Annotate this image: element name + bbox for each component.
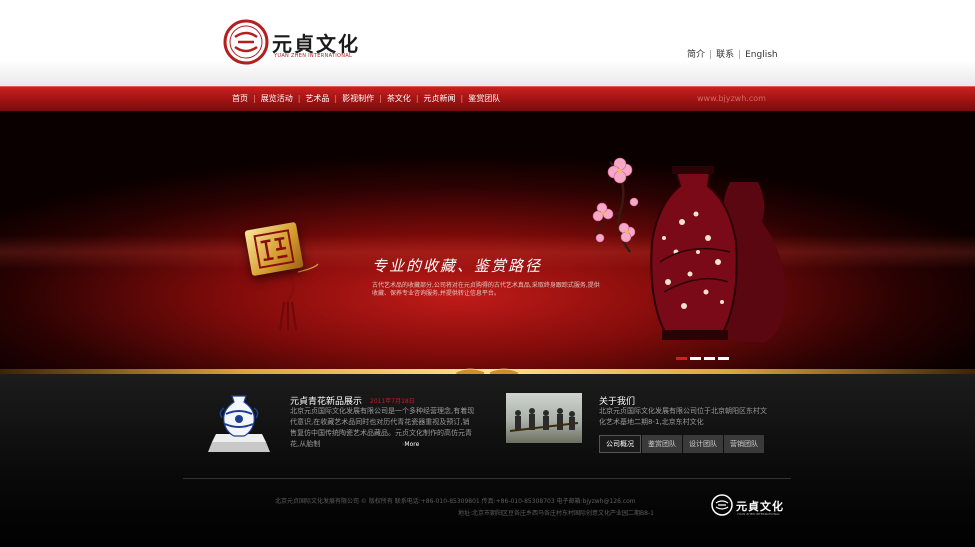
nav-separator: | — [297, 94, 301, 103]
tab-appraisal-team[interactable]: 鉴赏团队 — [642, 435, 682, 453]
about-description: 北京元贞国际文化发展有限公司位于北京朝阳区东村文化艺术基地二期8-1,北京东村文… — [599, 407, 767, 426]
slide-dot-3[interactable] — [704, 357, 715, 360]
slide-indicators — [676, 345, 732, 364]
content-area — [0, 374, 975, 547]
nav-item-home[interactable]: 首页 — [232, 94, 248, 103]
banner-slogan: 专业的收藏、鉴赏路径 — [372, 257, 543, 275]
top-links: 简介 | 联系 | English — [687, 47, 778, 60]
link-separator: | — [709, 50, 713, 60]
link-intro[interactable]: 简介 — [687, 50, 705, 60]
tab-design-team[interactable]: 设计团队 — [683, 435, 723, 453]
slide-dot-4[interactable] — [718, 357, 729, 360]
porcelain-jar-image[interactable] — [208, 390, 270, 454]
people-photo-image[interactable] — [506, 393, 582, 443]
nav-item-artworks[interactable]: 艺术品 — [305, 94, 329, 103]
link-english[interactable]: English — [745, 50, 778, 60]
nav-item-film[interactable]: 影视制作 — [342, 94, 374, 103]
tassel-icon — [278, 262, 319, 331]
site-header — [0, 0, 975, 86]
main-nav: 首页 | 展览活动 | 艺术品 | 影视制作 | 茶文化 | 元贞新闻 | 鉴赏团队 — [232, 93, 500, 104]
link-separator: | — [738, 50, 742, 60]
tab-company-overview[interactable]: 公司概况 — [599, 435, 641, 453]
nav-item-exhibitions[interactable]: 展览活动 — [261, 94, 293, 103]
nav-separator: | — [253, 94, 256, 103]
product-description: 北京元贞国际文化发展有限公司是一个多种经营理念,有着现代意识,在收藏艺术品同时也… — [290, 407, 475, 448]
more-label: More — [404, 441, 420, 448]
nav-separator: | — [415, 94, 419, 103]
nav-separator: | — [334, 94, 338, 103]
plum-blossom-icon — [592, 157, 639, 253]
tab-marketing-team[interactable]: 营销团队 — [724, 435, 764, 453]
nav-separator: | — [460, 94, 464, 103]
hero-banner[interactable] — [0, 111, 975, 369]
footer-address: 地址:北京市朝阳区豆各庄乡西马各庄村东村国际创意文化产业园二期B8-1 — [458, 510, 654, 517]
gold-seal-icon — [244, 221, 304, 277]
more-link[interactable]: ›More — [402, 441, 419, 448]
nav-separator: | — [379, 94, 382, 103]
about-tabs: 公司概况 鉴赏团队 设计团队 营销团队 — [599, 435, 765, 453]
footer-divider — [183, 478, 791, 479]
nav-item-news[interactable]: 元贞新闻 — [424, 94, 456, 103]
brand-name-en: YUAN ZHEN INTERNATIONAL — [274, 53, 353, 59]
footer-brand-en: YUAN ZHEN INTERNATIONAL — [737, 512, 780, 516]
product-date: 2011年7月18日 — [370, 398, 415, 405]
banner-description: 古代艺术品的收藏部分,公司将对在元贞购得的古代艺术真品,采取终身跟踪式服务,提供… — [372, 282, 600, 297]
slide-dot-1[interactable] — [676, 357, 687, 360]
vase-image — [592, 157, 785, 342]
seal-logo-icon[interactable] — [223, 19, 269, 65]
footer-contact: 北京元贞国际文化发展有限公司 © 版权所有 联系电话:+86-010-85309… — [275, 498, 636, 505]
site-url: www.bjyzwh.com — [697, 94, 766, 103]
nav-item-tea[interactable]: 茶文化 — [387, 94, 411, 103]
link-contact[interactable]: 联系 — [716, 50, 734, 60]
slide-dot-2[interactable] — [690, 357, 701, 360]
footer-seal-logo-icon — [711, 494, 733, 516]
nav-item-team[interactable]: 鉴赏团队 — [468, 94, 500, 103]
